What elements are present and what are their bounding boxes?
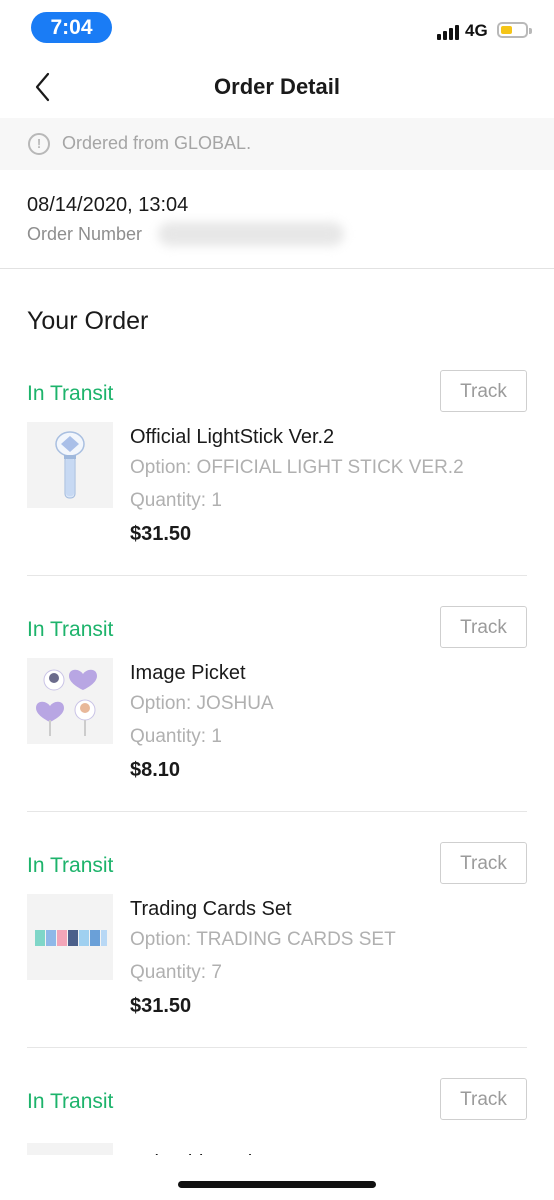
notice-banner: ! Ordered from GLOBAL. (0, 118, 554, 170)
product-name[interactable]: Official LightStick Ver.2 (130, 426, 334, 449)
network-type: 4G (465, 21, 488, 40)
item-divider (27, 811, 527, 812)
battery-icon (497, 22, 532, 38)
product-price: $31.50 (130, 995, 192, 1017)
product-name[interactable]: Image Picket (130, 662, 246, 685)
product-quantity: Quantity: 1 (130, 726, 222, 747)
order-date: 08/14/2020, 13:04 (27, 194, 189, 216)
status-label: In Transit (27, 1090, 114, 1113)
product-option: Option: TRADING CARDS SET (130, 929, 396, 950)
product-quantity: Quantity: 7 (130, 962, 222, 983)
product-price: $31.50 (130, 523, 192, 545)
track-button[interactable]: Track (440, 606, 527, 648)
info-icon: ! (28, 133, 50, 155)
product-image-trading-cards[interactable] (27, 894, 113, 980)
product-quantity: Quantity: 1 (130, 490, 222, 511)
product-image-picket[interactable] (27, 658, 113, 744)
product-name[interactable]: Trading Cards Set (130, 898, 292, 921)
divider (0, 268, 554, 269)
status-label: In Transit (27, 382, 114, 405)
track-button[interactable]: Track (440, 370, 527, 412)
signal-icon (437, 24, 463, 40)
product-name[interactable]: Polaroid Card Set (130, 1146, 288, 1155)
item-divider (27, 1047, 527, 1048)
product-image-partial[interactable] (27, 1143, 113, 1155)
status-bar: 7:04 4G (0, 0, 554, 56)
notice-text: Ordered from GLOBAL. (62, 133, 252, 153)
page-title: Order Detail (214, 74, 340, 99)
track-button[interactable]: Track (440, 1078, 527, 1120)
section-title: Your Order (27, 307, 149, 335)
product-option: Option: JOSHUA (130, 693, 274, 714)
order-number-label: Order Number (27, 224, 143, 244)
status-label: In Transit (27, 618, 114, 641)
status-time: 7:04 (31, 12, 112, 43)
order-number-redacted (158, 222, 344, 246)
home-indicator (178, 1181, 376, 1188)
product-price: $8.10 (130, 759, 181, 781)
nav-header: Order Detail (0, 60, 554, 116)
track-button[interactable]: Track (440, 842, 527, 884)
item-divider (27, 575, 527, 576)
product-image-lightstick[interactable] (27, 422, 113, 508)
product-option: Option: OFFICIAL LIGHT STICK VER.2 (130, 457, 464, 478)
status-label: In Transit (27, 854, 114, 877)
